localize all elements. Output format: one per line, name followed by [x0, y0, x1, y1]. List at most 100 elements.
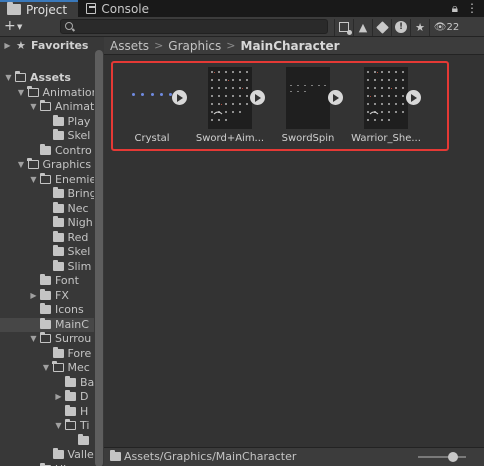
shapes-icon: ▲ [358, 20, 368, 34]
tree-item-label: Enemie [55, 172, 94, 186]
chevron-right-icon[interactable]: ▶ [29, 289, 38, 303]
asset-name: Crystal [134, 133, 170, 144]
tree-item-label: Animat [55, 100, 94, 113]
folder-icon [14, 71, 26, 82]
folder-icon [7, 2, 21, 15]
favorites-filter-button[interactable]: ★ [410, 18, 429, 36]
tree-item[interactable]: ▼ Mec [0, 361, 94, 375]
folder-icon [52, 448, 64, 459]
chevron-down-icon[interactable]: ▼ [17, 86, 26, 100]
plus-icon: + [4, 18, 16, 34]
breadcrumb-maincharacter[interactable]: MainCharacter [241, 37, 340, 54]
tab-console-label: Console [101, 1, 149, 16]
tree-item[interactable]: ▼ Animation [0, 85, 94, 100]
asset-name: Sword+Aim... [195, 133, 265, 144]
tree-item[interactable]: Red [0, 230, 94, 245]
window-controls: 🔒︎ ⋮ [452, 1, 478, 16]
selected-path: Assets/Graphics/MainCharacter [124, 450, 297, 463]
tree-item[interactable]: Contro [0, 143, 94, 158]
tree-item[interactable]: ▼ Animat [0, 100, 94, 114]
filter-by-tag-button[interactable] [372, 18, 391, 36]
folder-icon [40, 143, 51, 155]
tree-item-label: FX [55, 288, 69, 302]
create-button[interactable]: + ▼ [4, 18, 30, 35]
tree-item[interactable]: Bring [0, 187, 94, 201]
asset-tile-warrior-sheet[interactable]: Warrior_She... [348, 65, 424, 149]
chevron-down-icon[interactable]: ▼ [29, 332, 38, 346]
tree-item[interactable]: ▶ UI [0, 462, 94, 466]
tree-item[interactable]: Valle [0, 448, 94, 462]
tab-project[interactable]: Project [0, 0, 78, 17]
chevron-right-icon[interactable]: ▶ [54, 390, 63, 404]
tree-item-label: Assets [30, 71, 71, 84]
folder-icon [40, 317, 51, 329]
tree-item[interactable]: ▼ Surrou [0, 332, 94, 346]
folder-tree[interactable]: ▶ ★ Favorites ▼ Assets ▼ Animation ▼ Animat Pl… [0, 37, 94, 466]
tree-item-label: MainC [55, 317, 89, 331]
asset-tile-swordspin[interactable]: SwordSpin [270, 65, 346, 149]
slider-handle[interactable] [448, 452, 458, 462]
thumbnail-size-slider[interactable] [418, 452, 466, 462]
tree-item[interactable]: ▶ FX [0, 288, 94, 303]
chevron-down-icon[interactable]: ▼ [42, 361, 51, 375]
play-icon[interactable] [250, 90, 265, 105]
tree-item[interactable]: Fore [0, 346, 94, 361]
tree-item-label: Graphics [42, 158, 92, 171]
breadcrumb-graphics[interactable]: Graphics [168, 37, 221, 54]
favorites-row[interactable]: ▶ ★ Favorites [0, 39, 94, 53]
chevron-right-icon[interactable]: ▶ [3, 39, 12, 53]
search-field[interactable] [60, 19, 328, 34]
tree-scrollbar[interactable] [95, 38, 103, 466]
play-icon[interactable] [406, 90, 421, 105]
asset-tile-sword-aim[interactable]: Sword+Aim... [192, 65, 268, 149]
breadcrumb-assets[interactable]: Assets [110, 37, 149, 54]
tree-item[interactable]: Skel [0, 245, 94, 259]
tree-item[interactable]: Nec [0, 201, 94, 216]
chevron-down-icon[interactable]: ▼ [29, 100, 38, 114]
tree-item[interactable]: Icons [0, 303, 94, 317]
tree-item-label: Font [55, 274, 79, 287]
tree-item[interactable]: ▶ D [0, 390, 94, 404]
tree-item[interactable]: Slim [0, 259, 94, 274]
search-by-type-button[interactable] [334, 18, 353, 36]
log-filter-button[interactable]: ! [391, 18, 410, 36]
tree-item[interactable]: H [0, 404, 94, 419]
folder-icon [40, 274, 51, 285]
chevron-down-icon[interactable]: ▼ [54, 419, 63, 433]
folder-icon [52, 216, 64, 227]
tree-item[interactable]: Ba [0, 375, 94, 390]
search-by-label-button[interactable]: ▲ [353, 18, 372, 36]
chevron-right-icon[interactable]: ▶ [29, 463, 38, 466]
kebab-menu-icon[interactable]: ⋮ [466, 1, 478, 16]
lock-icon[interactable]: 🔒︎ [452, 1, 458, 16]
tree-item[interactable]: Play [0, 114, 94, 129]
hidden-packages-button[interactable]: 👁︎ 22 [429, 18, 463, 36]
folder-icon [64, 419, 76, 430]
tree-item-label: Skel [67, 129, 91, 142]
asset-tile-crystal[interactable]: Crystal [114, 65, 190, 149]
tree-item[interactable]: ▼ Enemie [0, 172, 94, 187]
play-icon[interactable] [328, 90, 343, 105]
tab-console[interactable]: Console [79, 0, 149, 17]
tree-item[interactable]: Font [0, 274, 94, 288]
tree-item-label: Play [67, 114, 91, 128]
tree-item[interactable]: ▼ Ti [0, 419, 94, 433]
chevron-down-icon[interactable]: ▼ [4, 71, 13, 85]
breadcrumb: Assets > Graphics > MainCharacter [104, 37, 484, 55]
sprite-sheet-thumbnail [286, 67, 330, 129]
tree-item[interactable]: ▼ Graphics [0, 158, 94, 172]
tree-item[interactable]: Nigh [0, 216, 94, 230]
tree-item[interactable]: Skel [0, 129, 94, 143]
tree-item[interactable] [0, 433, 94, 448]
tree-item[interactable]: MainC [0, 317, 94, 332]
folder-icon [27, 158, 39, 169]
play-icon[interactable] [172, 90, 187, 105]
scrollbar-thumb[interactable] [95, 50, 103, 466]
tree-item[interactable]: ▼ Assets [0, 71, 94, 85]
folder-icon [52, 361, 64, 372]
folder-icon [40, 303, 51, 314]
chevron-down-icon[interactable]: ▼ [17, 158, 26, 172]
chevron-down-icon[interactable]: ▼ [29, 173, 38, 187]
folder-icon [110, 450, 121, 461]
folder-icon [40, 288, 51, 300]
